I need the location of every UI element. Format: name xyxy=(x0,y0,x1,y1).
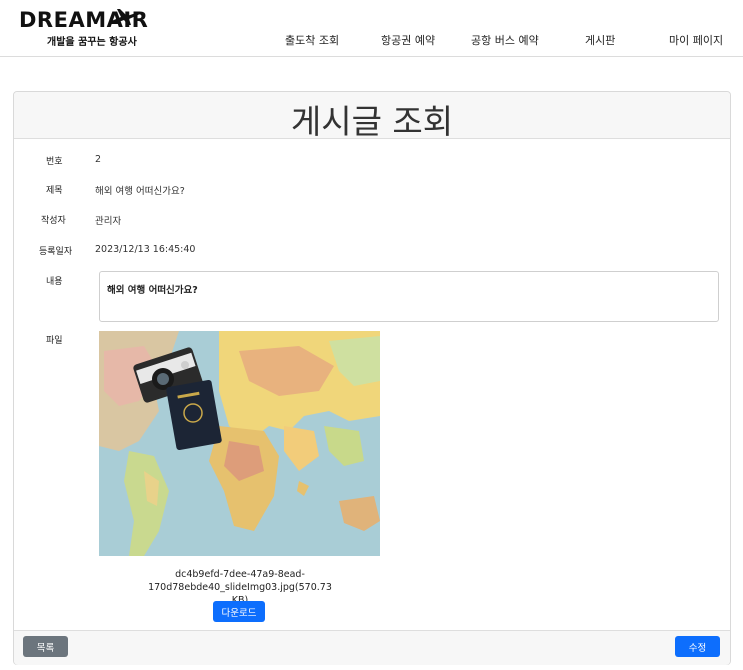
nav-flight-status[interactable]: 출도착 조회 xyxy=(285,32,339,48)
card-footer: 목록 수정 xyxy=(14,630,730,665)
content-label: 내용 xyxy=(46,277,63,287)
file-label: 파일 xyxy=(46,336,63,346)
site-logo[interactable]: DREAMAIR 개발을 꿈꾸는 항공사 xyxy=(19,6,148,48)
page-title: 게시글 조회 xyxy=(290,102,454,141)
top-navbar: DREAMAIR 개발을 꿈꾸는 항공사 출도착 조회 항공권 예약 공항 버스… xyxy=(0,0,743,57)
file-name-line-1: dc4b9efd-7dee-47a9-8ead-170d78ebde40_sli… xyxy=(148,569,332,593)
author-label: 작성자 xyxy=(41,216,66,226)
edit-button[interactable]: 수정 xyxy=(675,636,720,657)
post-view-card: 게시글 조회 번호 2 제목 해외 여행 어떠신가요? 작성자 관리자 등록일자… xyxy=(13,91,731,665)
nav-ticket-booking[interactable]: 항공권 예약 xyxy=(381,32,435,48)
attached-image xyxy=(99,331,380,556)
card-header: 게시글 조회 xyxy=(14,92,730,141)
subject-value: 해외 여행 어떠신가요? xyxy=(95,186,185,197)
download-button[interactable]: 다운로드 xyxy=(213,601,265,622)
subject-label: 제목 xyxy=(46,186,63,196)
number-label: 번호 xyxy=(46,157,63,167)
world-map-photo-icon xyxy=(99,331,380,556)
content-text: 해외 여행 어떠신가요? xyxy=(107,285,198,296)
number-value: 2 xyxy=(95,154,102,165)
date-value: 2023/12/13 16:45:40 xyxy=(95,244,196,255)
logo-tagline: 개발을 꿈꾸는 항공사 xyxy=(47,37,137,48)
date-label: 등록일자 xyxy=(39,247,73,257)
list-button[interactable]: 목록 xyxy=(23,636,68,657)
nav-my-page[interactable]: 마이 페이지 xyxy=(669,32,723,48)
author-value: 관리자 xyxy=(95,216,122,227)
airplane-icon xyxy=(109,9,140,25)
nav-airport-bus[interactable]: 공항 버스 예약 xyxy=(471,32,539,48)
content-box: 해외 여행 어떠신가요? xyxy=(99,271,719,322)
nav-board[interactable]: 게시판 xyxy=(585,32,615,48)
